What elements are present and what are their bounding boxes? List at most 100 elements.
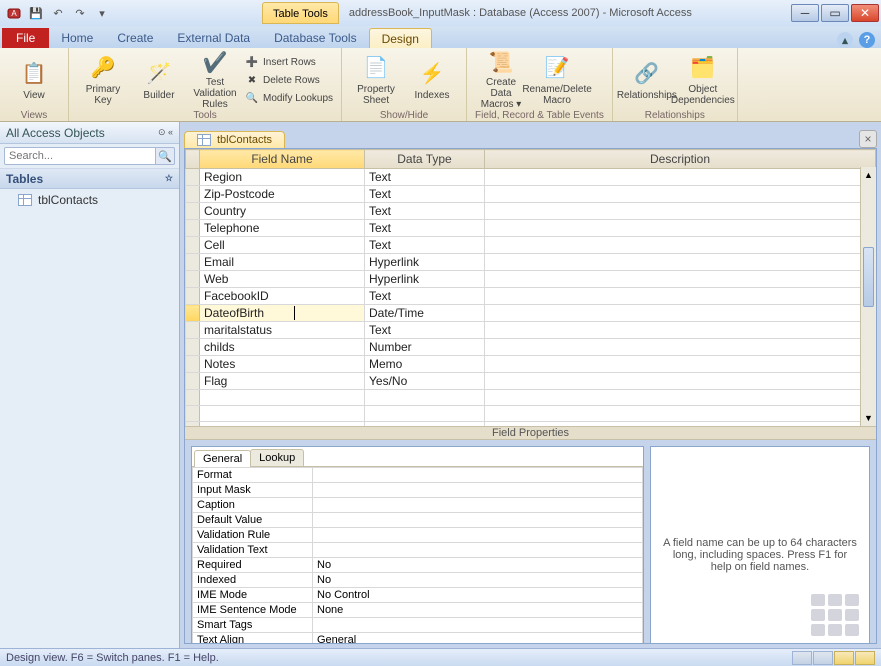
row-selector[interactable] [186,305,200,322]
view-pivotchart-button[interactable] [855,651,875,665]
data-type-cell[interactable]: Date/Time [365,305,485,322]
data-type-cell[interactable]: Hyperlink [365,271,485,288]
row-selector[interactable] [186,220,200,237]
object-dependencies-button[interactable]: 🗂️Object Dependencies [677,50,729,110]
table-row[interactable] [186,390,876,406]
table-row[interactable]: Flag Yes/No [186,373,876,390]
prop-tab-lookup[interactable]: Lookup [250,449,304,466]
table-row[interactable]: DateofBirth Date/Time [186,305,876,322]
field-name-cell[interactable]: Zip-Postcode [200,186,365,203]
row-selector[interactable] [186,322,200,339]
data-type-cell[interactable]: Text [365,237,485,254]
description-cell[interactable] [485,271,876,288]
data-type-cell[interactable]: Text [365,186,485,203]
property-row[interactable]: IME Sentence ModeNone [193,602,643,617]
col-description[interactable]: Description [485,150,876,169]
property-row[interactable]: Format [193,467,643,482]
property-value[interactable] [313,467,643,482]
description-cell[interactable] [485,373,876,390]
row-selector[interactable] [186,373,200,390]
property-row[interactable]: Text AlignGeneral [193,632,643,644]
description-cell[interactable] [485,186,876,203]
property-value[interactable] [313,482,643,497]
property-value[interactable]: No Control [313,587,643,602]
row-selector[interactable] [186,254,200,271]
nav-item-tblcontacts[interactable]: tblContacts [0,189,179,211]
view-button[interactable]: 📋View [8,50,60,110]
field-name-cell[interactable]: Region [200,169,365,186]
restore-button[interactable]: ▭ [821,4,849,22]
save-icon[interactable]: 💾 [26,4,46,22]
close-button[interactable]: ✕ [851,4,879,22]
field-name-cell[interactable]: Country [200,203,365,220]
property-row[interactable]: Caption [193,497,643,512]
view-pivot-button[interactable] [834,651,854,665]
modify-lookups-button[interactable]: 🔍Modify Lookups [245,90,333,106]
search-button[interactable]: 🔍 [156,147,175,165]
description-cell[interactable] [485,288,876,305]
tab-home[interactable]: Home [49,28,105,48]
description-cell[interactable] [485,322,876,339]
field-name-cell[interactable]: childs [200,339,365,356]
scroll-up-icon[interactable]: ▲ [861,167,876,183]
vertical-scrollbar[interactable]: ▲ ▼ [860,167,876,426]
property-value[interactable] [313,542,643,557]
access-app-icon[interactable]: A [4,4,24,22]
table-row[interactable]: Telephone Text [186,220,876,237]
description-cell[interactable] [485,237,876,254]
relationships-button[interactable]: 🔗Relationships [621,50,673,110]
undo-icon[interactable]: ↶ [48,4,68,22]
close-document-button[interactable]: × [859,130,877,148]
description-cell[interactable] [485,254,876,271]
description-cell[interactable] [485,169,876,186]
nav-filter-dropdown-icon[interactable]: ⊙ « [158,127,173,138]
property-value[interactable]: No [313,572,643,587]
property-value[interactable]: General [313,632,643,644]
nav-header[interactable]: All Access Objects ⊙ « [0,122,179,144]
table-row[interactable] [186,406,876,422]
table-row[interactable]: maritalstatus Text [186,322,876,339]
row-selector[interactable] [186,271,200,288]
delete-rows-button[interactable]: ✖Delete Rows [245,72,333,88]
col-data-type[interactable]: Data Type [365,150,485,169]
row-selector[interactable] [186,237,200,254]
search-input[interactable] [4,147,156,165]
indexes-button[interactable]: ⚡Indexes [406,50,458,110]
field-name-cell[interactable]: Web [200,271,365,288]
row-selector[interactable] [186,339,200,356]
field-name-cell[interactable]: Email [200,254,365,271]
scroll-down-icon[interactable]: ▼ [861,410,876,426]
data-type-cell[interactable]: Hyperlink [365,254,485,271]
prop-tab-general[interactable]: General [194,450,251,467]
property-row[interactable]: Validation Text [193,542,643,557]
field-grid[interactable]: Field Name Data Type Description Region … [185,149,876,426]
description-cell[interactable] [485,339,876,356]
field-name-cell[interactable]: Notes [200,356,365,373]
row-selector[interactable] [186,169,200,186]
field-name-cell[interactable]: FacebookID [200,288,365,305]
data-type-cell[interactable]: Text [365,288,485,305]
help-icon[interactable]: ? [859,32,875,48]
row-selector[interactable] [186,356,200,373]
property-value[interactable] [313,497,643,512]
data-type-cell[interactable]: Text [365,322,485,339]
description-cell[interactable] [485,203,876,220]
property-value[interactable] [313,527,643,542]
property-value[interactable]: No [313,557,643,572]
property-row[interactable]: RequiredNo [193,557,643,572]
minimize-button[interactable]: ─ [791,4,819,22]
tab-create[interactable]: Create [105,28,165,48]
field-name-cell[interactable]: Flag [200,373,365,390]
property-value[interactable]: None [313,602,643,617]
table-row[interactable]: Email Hyperlink [186,254,876,271]
table-row[interactable]: Region Text [186,169,876,186]
col-field-name[interactable]: Field Name [200,150,365,169]
property-row[interactable]: Input Mask [193,482,643,497]
table-row[interactable]: FacebookID Text [186,288,876,305]
property-value[interactable] [313,617,643,632]
insert-rows-button[interactable]: ➕Insert Rows [245,54,333,70]
data-type-cell[interactable]: Yes/No [365,373,485,390]
table-row[interactable]: Zip-Postcode Text [186,186,876,203]
data-type-cell[interactable]: Text [365,203,485,220]
scroll-thumb[interactable] [863,247,874,307]
